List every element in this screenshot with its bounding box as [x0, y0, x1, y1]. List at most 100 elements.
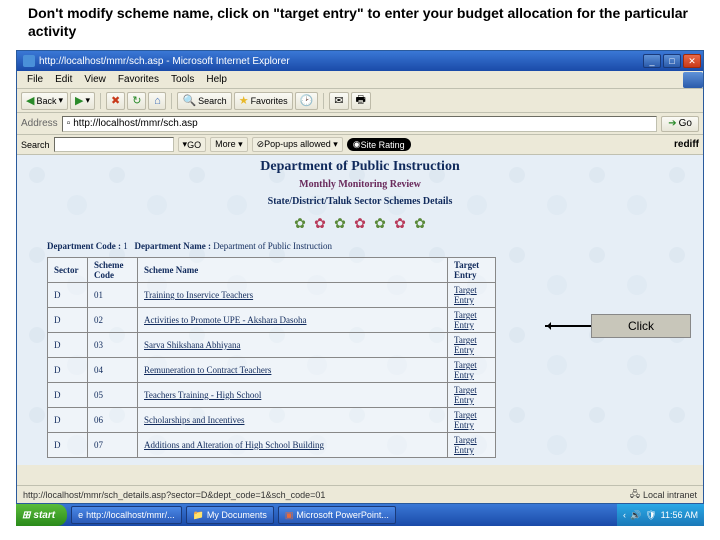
search-button[interactable]: 🔍Search [177, 92, 231, 110]
th-code: Scheme Code [88, 258, 138, 283]
dept-name-label: Department Name : [134, 241, 210, 251]
task-label: http://localhost/mmr/... [86, 510, 175, 520]
tray-icon[interactable]: 🔊 [630, 510, 641, 521]
target-entry-link[interactable]: Target Entry [454, 410, 477, 430]
menu-view[interactable]: View [78, 74, 112, 85]
address-input[interactable]: ▫http://localhost/mmr/sch.asp [62, 116, 658, 132]
stop-icon: ✖ [111, 94, 120, 107]
cell-sector: D [48, 333, 88, 358]
intranet-icon: 🖧 [630, 487, 640, 503]
print-button[interactable]: 🖶 [351, 92, 371, 110]
target-entry-link[interactable]: Target Entry [454, 360, 477, 380]
status-bar: http://localhost/mmr/sch_details.asp?sec… [17, 485, 703, 503]
search-label: Search [198, 96, 227, 106]
taskbar-item-documents[interactable]: 📁My Documents [186, 506, 274, 524]
cell-name: Scholarships and Incentives [138, 408, 448, 433]
scheme-name-link[interactable]: Activities to Promote UPE - Akshara Daso… [144, 315, 306, 325]
home-button[interactable]: ⌂ [148, 92, 166, 110]
scheme-name-link[interactable]: Sarva Shikshana Abhiyana [144, 340, 240, 350]
back-icon: ◀ [26, 94, 34, 107]
scheme-name-link[interactable]: Scholarships and Incentives [144, 415, 244, 425]
scheme-name-link[interactable]: Teachers Training - High School [144, 390, 261, 400]
target-entry-link[interactable]: Target Entry [454, 385, 477, 405]
table-row: D05Teachers Training - High SchoolTarget… [48, 383, 496, 408]
security-zone: 🖧Local intranet [630, 487, 697, 503]
system-tray[interactable]: ‹ 🔊 🛡 11:56 AM [617, 504, 704, 526]
cell-sector: D [48, 308, 88, 333]
flower-icon [352, 215, 368, 231]
mail-button[interactable]: ✉ [329, 92, 348, 110]
page-subtitle: Monthly Monitoring Review [17, 175, 703, 190]
stop-button[interactable]: ✖ [106, 92, 125, 110]
page-heading: State/District/Taluk Sector Schemes Deta… [17, 190, 703, 207]
start-button[interactable]: ⊞start [16, 504, 67, 526]
cell-entry: Target Entry [448, 383, 496, 408]
popups-button[interactable]: ⊘ Pop-ups allowed ▾ [252, 137, 343, 152]
cell-name: Sarva Shikshana Abhiyana [138, 333, 448, 358]
history-button[interactable]: 🕑 [295, 92, 319, 110]
table-row: D03 Sarva Shikshana Abhiyana Target Entry [48, 333, 496, 358]
windows-logo-icon: ⊞ [22, 510, 30, 521]
rediff-logo[interactable]: rediff [674, 139, 699, 150]
minimize-button[interactable]: _ [643, 54, 661, 68]
cell-sector: D [48, 283, 88, 308]
favorites-button[interactable]: ★Favorites [234, 92, 293, 110]
click-callout: Click [591, 314, 691, 338]
target-entry-link[interactable]: Target Entry [454, 335, 477, 355]
popups-label: Pop-ups allowed ▾ [264, 139, 338, 150]
target-entry-link[interactable]: Target Entry [454, 285, 477, 305]
refresh-button[interactable]: ↻ [127, 92, 146, 110]
taskbar-item-ie[interactable]: ehttp://localhost/mmr/... [71, 506, 182, 524]
flower-icon [332, 215, 348, 231]
cell-code: 01 [88, 283, 138, 308]
address-label: Address [21, 118, 58, 129]
taskbar: ⊞start ehttp://localhost/mmr/... 📁My Doc… [16, 504, 704, 526]
menu-help[interactable]: Help [200, 74, 233, 85]
ie-icon: e [78, 510, 83, 520]
cell-name: Additions and Alteration of High School … [138, 433, 448, 458]
address-url: http://localhost/mmr/sch.asp [73, 118, 198, 129]
rediff-search-input[interactable] [54, 137, 174, 152]
tray-icon[interactable]: 🛡 [645, 510, 656, 521]
menu-file[interactable]: File [21, 74, 49, 85]
divider-flowers [17, 211, 703, 235]
separator [100, 93, 101, 109]
tray-icon[interactable]: ‹ [623, 510, 626, 520]
back-button[interactable]: ◀Back▾ [21, 92, 68, 110]
menu-tools[interactable]: Tools [165, 74, 200, 85]
window-buttons: _ □ ✕ [643, 54, 701, 68]
cell-name: Training to Inservice Teachers [138, 283, 448, 308]
scheme-name-link[interactable]: Additions and Alteration of High School … [144, 440, 324, 450]
flower-icon [392, 215, 408, 231]
cell-entry: Target Entry [448, 358, 496, 383]
intranet-label: Local intranet [643, 490, 697, 500]
forward-button[interactable]: ▶▾ [70, 92, 95, 110]
slide-instruction: Don't modify scheme name, click on "targ… [0, 0, 720, 46]
cell-code: 02 [88, 308, 138, 333]
more-button[interactable]: More ▾ [210, 137, 248, 152]
department-info: Department Code : 1 Department Name : De… [17, 235, 703, 255]
rediff-go-button[interactable]: ▾ GO [178, 137, 207, 152]
scheme-name-link[interactable]: Remuneration to Contract Teachers [144, 365, 271, 375]
clock: 11:56 AM [661, 510, 698, 520]
browser-window: http://localhost/mmr/sch.asp - Microsoft… [16, 50, 704, 504]
menu-favorites[interactable]: Favorites [112, 74, 165, 85]
close-button[interactable]: ✕ [683, 54, 701, 68]
go-label: Go [679, 118, 692, 129]
go-button[interactable]: ➔Go [661, 116, 699, 132]
site-rating-button[interactable]: ◉ Site Rating [347, 138, 411, 151]
titlebar: http://localhost/mmr/sch.asp - Microsoft… [17, 51, 703, 71]
table-row: D01 Training to Inservice Teachers Target … [48, 283, 496, 308]
search-icon: 🔍 [182, 94, 196, 107]
scheme-name-link[interactable]: Training to Inservice Teachers [144, 290, 253, 300]
target-entry-link[interactable]: Target Entry [454, 310, 477, 330]
table-row: D02 Activities to Promote UPE - Akshara D… [48, 308, 496, 333]
dept-name: Department of Public Instruction [213, 241, 332, 251]
cell-code: 03 [88, 333, 138, 358]
taskbar-item-powerpoint[interactable]: ▣Microsoft PowerPoint... [278, 506, 396, 524]
target-entry-link[interactable]: Target Entry [454, 435, 477, 455]
status-text: http://localhost/mmr/sch_details.asp?sec… [23, 490, 325, 500]
cell-code: 04 [88, 358, 138, 383]
maximize-button[interactable]: □ [663, 54, 681, 68]
menu-edit[interactable]: Edit [49, 74, 78, 85]
